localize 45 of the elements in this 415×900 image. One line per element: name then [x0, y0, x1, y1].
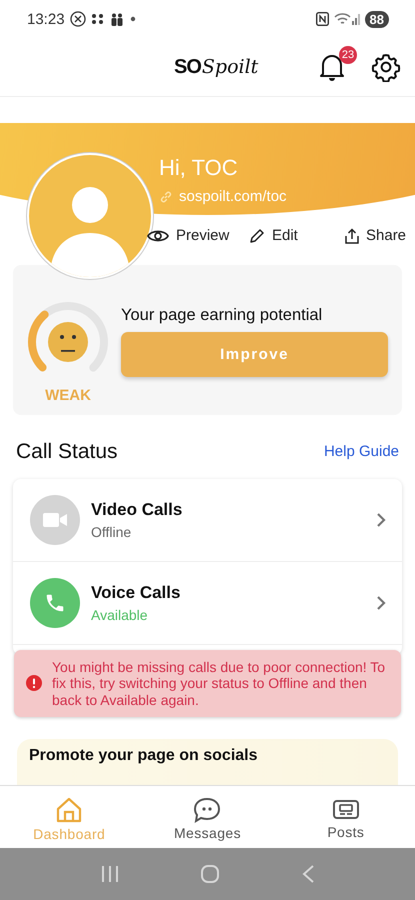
settings-icon[interactable]: [371, 52, 401, 82]
edit-button[interactable]: Edit: [249, 227, 345, 244]
logo-script: Spoilt: [202, 56, 258, 78]
monitor-icon: [332, 798, 360, 822]
call-type: Video Calls: [91, 500, 184, 520]
neutral-face-icon: [48, 322, 88, 362]
rating-label: WEAK: [45, 387, 91, 404]
greeting: Hi, TOC: [159, 155, 239, 181]
call-row[interactable]: Voice Calls Available: [13, 562, 402, 644]
nav-tab[interactable]: Posts: [276, 786, 415, 848]
notification-badge: 23: [339, 46, 357, 64]
call-row[interactable]: Video Calls Offline: [13, 478, 402, 562]
alert-message: You might be missing calls due to poor connection! To fix this, try switching your status to Offline and then back to Available again.: [52, 658, 386, 708]
nfc-icon: [316, 12, 329, 26]
nav-tab[interactable]: Messages: [138, 786, 277, 848]
back-icon[interactable]: [300, 864, 314, 884]
call-type: Voice Calls: [91, 582, 182, 602]
battery-level: 88: [364, 10, 389, 28]
preview-button[interactable]: Preview: [147, 227, 249, 244]
home-icon: [55, 796, 84, 824]
share-button[interactable]: Share: [345, 227, 406, 244]
chevron-right-icon: [376, 594, 386, 610]
dots-icon: [90, 13, 105, 25]
call-status-text: Available: [91, 606, 149, 622]
clock-time: 13:23: [27, 10, 65, 28]
dot-icon: [128, 15, 137, 23]
chat-bubble-icon: [193, 797, 222, 823]
video-camera-icon: [42, 510, 68, 528]
help-guide-link[interactable]: Help Guide: [324, 443, 399, 460]
card-title: Your page earning potential: [121, 306, 324, 325]
link-icon: [159, 190, 173, 204]
eye-icon: [147, 228, 169, 244]
pencil-icon: [249, 228, 265, 244]
share-icon: [345, 228, 359, 244]
warning-icon: [26, 675, 42, 692]
section-title: Call Status: [16, 440, 118, 464]
people-icon: [110, 12, 124, 26]
call-status-text: Offline: [91, 524, 132, 540]
promo-title: Promote your page on socials: [29, 747, 258, 764]
home-button-icon[interactable]: [200, 864, 220, 884]
wifi-signal-icon: [334, 12, 360, 26]
chevron-right-icon: [376, 512, 386, 528]
logo-text: SO: [174, 56, 201, 78]
close-circle-icon: [70, 11, 86, 27]
recent-apps-icon[interactable]: [100, 865, 118, 883]
